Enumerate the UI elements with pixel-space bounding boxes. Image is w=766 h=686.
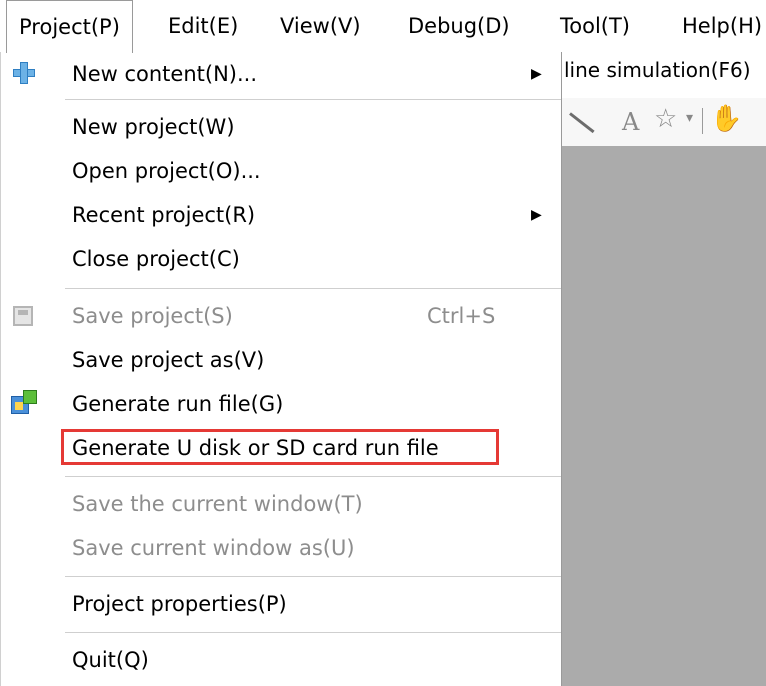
menu-item-label: Save current window as(U) [72,536,355,560]
menu-item-save-project-as[interactable]: Save project as(V) [1,338,561,382]
line-tool-icon[interactable] [569,112,595,134]
plus-icon [11,60,37,86]
menu-item-save-project[interactable]: Save project(S) Ctrl+S [1,294,561,338]
menu-separator [65,632,561,633]
menu-item-label: Close project(C) [72,247,240,271]
menu-item-save-current-window[interactable]: Save the current window(T) [1,482,561,526]
star-shape-icon[interactable]: ☆ [654,104,677,134]
menu-separator [65,476,561,477]
menu-debug[interactable]: Debug(D) [396,0,522,52]
menu-item-label: Recent project(R) [72,203,256,227]
submenu-arrow-icon: ▶ [531,207,542,223]
menu-bar: Project(P) Edit(E) View(V) Debug(D) Tool… [0,0,766,53]
toolbar-divider [702,108,703,134]
menu-project[interactable]: Project(P) [6,0,133,53]
menu-item-recent-project[interactable]: Recent project(R) ▶ [1,193,561,237]
save-icon [13,306,33,326]
menu-item-label: Save the current window(T) [72,492,363,516]
menu-item-new-project[interactable]: New project(W) [1,105,561,149]
drawing-toolbar: A ☆ ▾ ✋ [560,98,766,146]
menu-item-close-project[interactable]: Close project(C) [1,237,561,281]
menu-item-open-project[interactable]: Open project(O)... [1,149,561,193]
menu-item-label: Project properties(P) [72,592,287,616]
menu-tool[interactable]: Tool(T) [548,0,642,52]
menu-separator [65,99,561,100]
menu-item-new-content[interactable]: New content(N)... ▶ [1,52,561,96]
submenu-arrow-icon: ▶ [531,66,542,82]
menu-item-label: Quit(Q) [72,648,149,672]
project-dropdown-menu: New content(N)... ▶ New project(W) Open … [0,52,562,686]
menu-edit[interactable]: Edit(E) [156,0,250,52]
menu-item-label: Save project as(V) [72,348,265,372]
menu-item-quit[interactable]: Quit(Q) [1,638,561,682]
generate-icon [11,390,39,416]
menu-item-label: New project(W) [72,115,235,139]
menu-item-label: Open project(O)... [72,159,261,183]
menu-item-label: Save project(S) [72,304,233,328]
app-background: line simulation(F6) A ☆ ▾ ✋ [560,52,766,686]
menu-item-shortcut: Ctrl+S [427,304,496,328]
menu-separator [65,576,561,577]
menu-item-generate-run-file[interactable]: Generate run file(G) [1,382,561,426]
menu-item-project-properties[interactable]: Project properties(P) [1,582,561,626]
offline-simulation-button[interactable]: line simulation(F6) [564,58,751,82]
menu-view[interactable]: View(V) [268,0,373,52]
chevron-down-icon[interactable]: ▾ [686,110,693,126]
hand-tool-icon[interactable]: ✋ [710,104,742,134]
menu-help[interactable]: Help(H) [670,0,766,52]
menu-item-label: New content(N)... [72,62,258,86]
text-tool-icon[interactable]: A [622,108,639,136]
menu-separator [65,288,561,289]
highlight-box [61,429,499,465]
editor-canvas[interactable] [560,146,766,686]
menu-item-label: Generate run file(G) [72,392,284,416]
menu-item-save-current-window-as[interactable]: Save current window as(U) [1,526,561,570]
